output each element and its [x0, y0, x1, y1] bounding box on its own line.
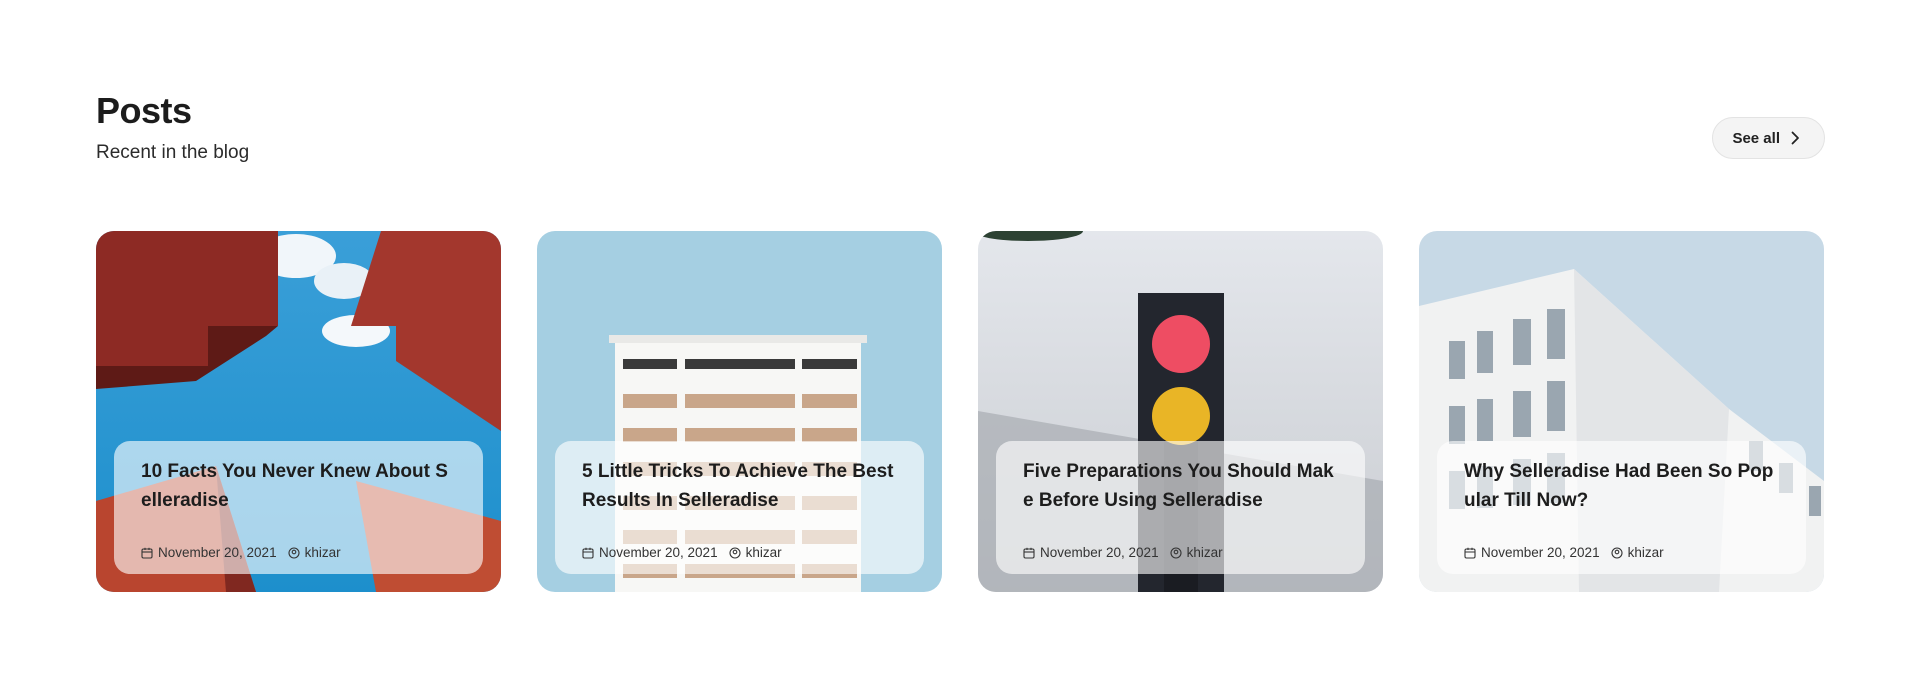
post-title[interactable]: Five Preparations You Should Make Before…: [1023, 457, 1338, 515]
post-title[interactable]: 5 Little Tricks To Achieve The Best Resu…: [582, 457, 897, 515]
post-meta: November 20, 2021 khizar: [141, 545, 352, 560]
user-circle-icon: [288, 546, 300, 559]
post-title[interactable]: Why Selleradise Had Been So Popular Till…: [1464, 457, 1779, 515]
post-date: November 20, 2021: [158, 545, 277, 560]
post-author[interactable]: khizar: [1187, 545, 1223, 560]
user-circle-icon: [729, 546, 741, 559]
post-card[interactable]: Why Selleradise Had Been So Popular Till…: [1419, 231, 1824, 592]
post-card[interactable]: 10 Facts You Never Knew About Selleradis…: [96, 231, 501, 592]
calendar-icon: [1023, 547, 1035, 559]
section-subtitle: Recent in the blog: [96, 142, 250, 163]
post-date: November 20, 2021: [1481, 545, 1600, 560]
post-info-panel: Five Preparations You Should Make Before…: [996, 441, 1365, 574]
post-info-panel: 5 Little Tricks To Achieve The Best Resu…: [555, 441, 924, 574]
post-meta: November 20, 2021 khizar: [1023, 545, 1234, 560]
chevron-right-icon: [1791, 131, 1799, 145]
post-author[interactable]: khizar: [305, 545, 341, 560]
section-title: Posts: [96, 90, 192, 131]
calendar-icon: [582, 547, 594, 559]
post-card-list: 10 Facts You Never Knew About Selleradis…: [96, 231, 1825, 592]
post-title[interactable]: 10 Facts You Never Knew About Selleradis…: [141, 457, 456, 515]
posts-section-header: Posts Recent in the blog See all: [96, 90, 1825, 170]
post-author[interactable]: khizar: [746, 545, 782, 560]
post-card[interactable]: Five Preparations You Should Make Before…: [978, 231, 1383, 592]
post-info-panel: 10 Facts You Never Knew About Selleradis…: [114, 441, 483, 574]
post-meta: November 20, 2021 khizar: [582, 545, 793, 560]
calendar-icon: [141, 547, 153, 559]
user-circle-icon: [1611, 546, 1623, 559]
post-info-panel: Why Selleradise Had Been So Popular Till…: [1437, 441, 1806, 574]
see-all-label: See all: [1732, 129, 1780, 147]
user-circle-icon: [1170, 546, 1182, 559]
calendar-icon: [1464, 547, 1476, 559]
post-card[interactable]: 5 Little Tricks To Achieve The Best Resu…: [537, 231, 942, 592]
post-author[interactable]: khizar: [1628, 545, 1664, 560]
see-all-button[interactable]: See all: [1712, 117, 1825, 159]
post-meta: November 20, 2021 khizar: [1464, 545, 1675, 560]
post-date: November 20, 2021: [1040, 545, 1159, 560]
post-date: November 20, 2021: [599, 545, 718, 560]
